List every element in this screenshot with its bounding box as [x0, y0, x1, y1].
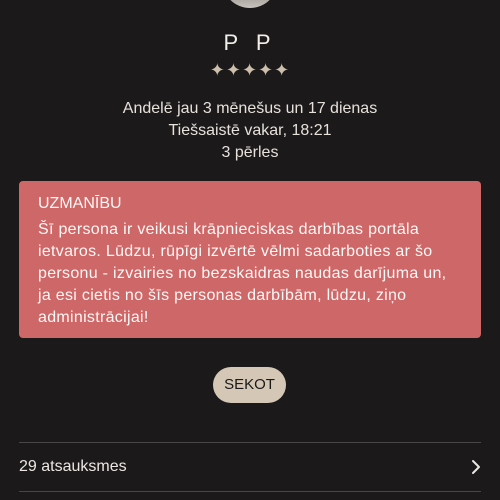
fraud-warning: UZMANĪBU Šī persona ir veikusi krāpnieci… — [19, 181, 481, 338]
profile-name: P P — [223, 30, 277, 55]
rating-stars: ✦✦✦✦✦ — [209, 60, 291, 80]
divider-bottom — [19, 491, 481, 492]
warning-message: Šī persona ir veikusi krāpnieciskas darb… — [38, 221, 447, 326]
last-online: Tiešsaistē vakar, 18:21 — [168, 122, 332, 139]
avatar[interactable] — [222, 0, 278, 8]
warning-title: UZMANĪBU — [38, 195, 122, 212]
reviews-label: 29 atsauksmes — [19, 458, 127, 475]
reviews-row[interactable]: 29 atsauksmes — [19, 443, 481, 491]
follow-button[interactable]: SEKOT — [213, 367, 286, 403]
chevron-right-icon — [472, 460, 480, 474]
pearls-count: 3 pērles — [221, 144, 279, 161]
profile-info: Andelē jau 3 mēnešus un 17 dienas Tiešsa… — [0, 98, 500, 164]
member-since: Andelē jau 3 mēnešus un 17 dienas — [122, 100, 378, 117]
